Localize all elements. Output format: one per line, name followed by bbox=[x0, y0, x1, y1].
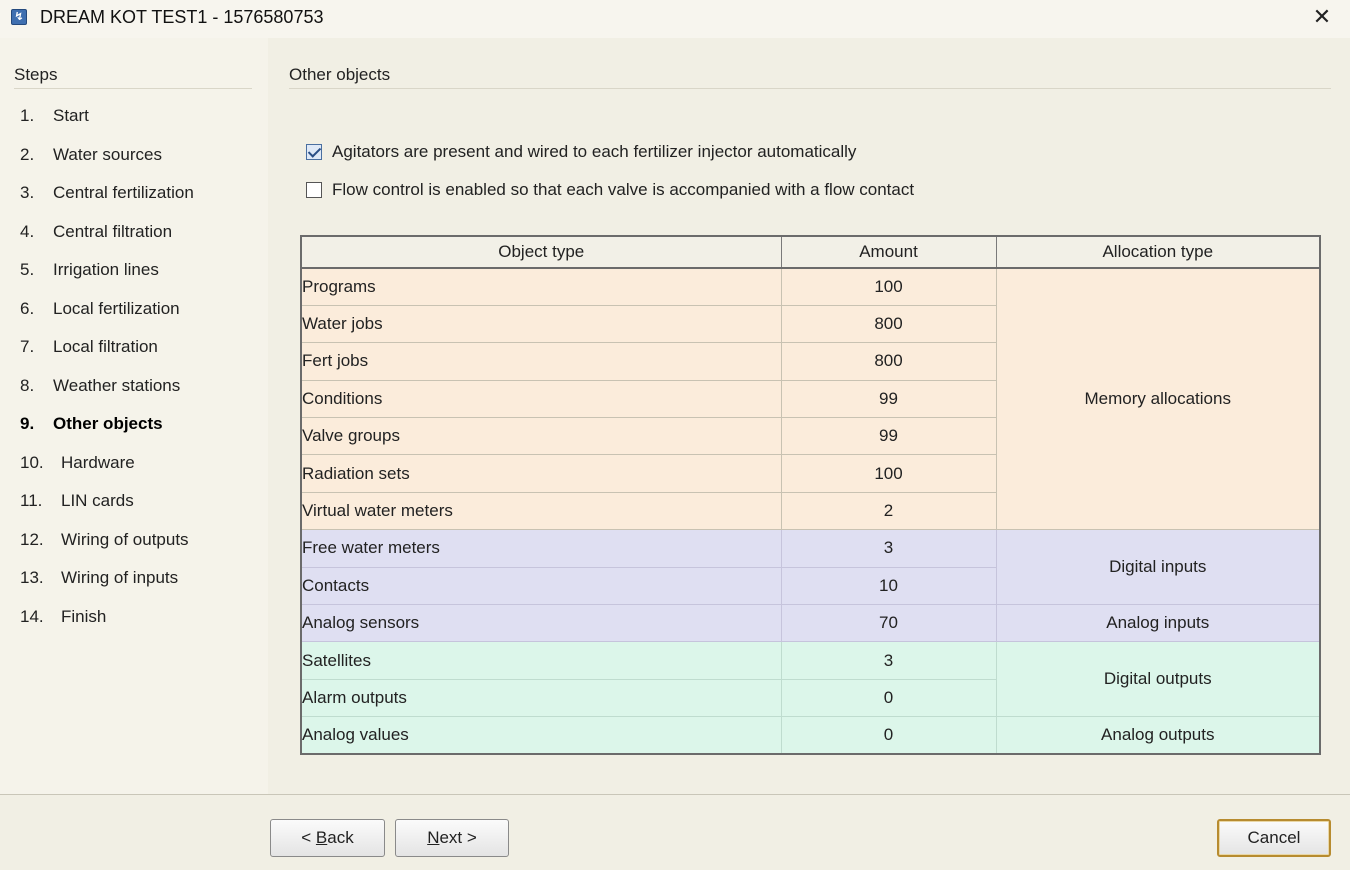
object-type-cell: Analog values bbox=[300, 716, 782, 755]
table-row[interactable]: Analog values 0 Analog outputs bbox=[300, 716, 1321, 755]
window-title: DREAM KOT TEST1 - 1576580753 bbox=[40, 7, 324, 27]
section-divider bbox=[289, 88, 1331, 89]
table-header-row: Object type Amount Allocation type bbox=[300, 235, 1321, 269]
allocation-digital-inputs: Digital inputs bbox=[995, 529, 1321, 606]
column-header-object-type[interactable]: Object type bbox=[300, 235, 782, 269]
steps-header: Steps bbox=[14, 65, 58, 84]
agitators-option[interactable]: Agitators are present and wired to each … bbox=[306, 142, 856, 162]
cancel-button[interactable]: Cancel bbox=[1217, 819, 1331, 857]
amount-cell[interactable]: 99 bbox=[780, 379, 997, 419]
allocation-digital-outputs: Digital outputs bbox=[995, 641, 1321, 718]
flow-control-label: Flow control is enabled so that each val… bbox=[332, 180, 915, 199]
object-type-cell: Water jobs bbox=[300, 304, 782, 344]
allocation-memory: Memory allocations bbox=[995, 267, 1321, 531]
step-item-start: 1. Start bbox=[20, 106, 89, 125]
footer: < Back Next > Cancel bbox=[0, 795, 1350, 870]
column-header-amount[interactable]: Amount bbox=[780, 235, 997, 269]
close-button[interactable]: ✕ bbox=[1306, 3, 1338, 31]
table-row[interactable]: Free water meters 3 Digital inputs bbox=[300, 529, 1321, 606]
step-item-wiring-of-inputs: 13. Wiring of inputs bbox=[20, 568, 179, 587]
agitators-checkbox[interactable] bbox=[306, 144, 322, 160]
allocation-analog-outputs: Analog outputs bbox=[995, 716, 1321, 755]
next-button[interactable]: Next > bbox=[395, 819, 509, 857]
object-type-cell: Programs bbox=[300, 267, 782, 306]
object-type-cell: Valve groups bbox=[300, 417, 782, 456]
table-row[interactable]: Analog sensors 70 Analog inputs bbox=[300, 604, 1321, 643]
object-type-cell: Free water meters bbox=[300, 529, 782, 568]
step-item-wiring-of-outputs: 12. Wiring of outputs bbox=[20, 529, 189, 549]
step-item-hardware: 10. Hardware bbox=[20, 452, 135, 472]
amount-cell[interactable]: 3 bbox=[780, 641, 997, 680]
allocation-analog-inputs: Analog inputs bbox=[995, 604, 1321, 643]
step-item-other-objects: 9. Other objects bbox=[20, 414, 163, 433]
table-row[interactable]: Satellites 3 Digital outputs bbox=[300, 641, 1321, 718]
steps-list: 1. Start 2. Water sources 3. Central fertil… bbox=[20, 106, 194, 645]
agitators-label: Agitators are present and wired to each … bbox=[332, 142, 857, 161]
title-bar: ↯ DREAM KOT TEST1 - 1576580753 ✕ bbox=[0, 0, 1350, 38]
object-type-cell: Conditions bbox=[300, 379, 782, 419]
step-item-local-fertilization: 6. Local fertilization bbox=[20, 298, 180, 318]
step-item-finish: 14. Finish bbox=[20, 606, 107, 626]
amount-cell[interactable]: 0 bbox=[780, 678, 997, 718]
step-item-central-filtration: 4. Central filtration bbox=[20, 221, 173, 241]
amount-cell[interactable]: 70 bbox=[780, 604, 997, 643]
amount-cell[interactable]: 3 bbox=[780, 529, 997, 568]
step-item-central-fertilization: 3. Central fertilization bbox=[20, 183, 194, 202]
flow-control-option[interactable]: Flow control is enabled so that each val… bbox=[306, 180, 914, 200]
steps-divider bbox=[14, 88, 252, 89]
step-item-lin-cards: 11. LIN cards bbox=[20, 491, 134, 510]
amount-cell[interactable]: 2 bbox=[780, 491, 997, 531]
object-type-cell: Analog sensors bbox=[300, 604, 782, 643]
step-item-water-sources: 2. Water sources bbox=[20, 144, 162, 164]
objects-table: Object type Amount Allocation type Progr… bbox=[300, 235, 1321, 756]
amount-cell[interactable]: 10 bbox=[780, 566, 997, 606]
step-item-weather-stations: 8. Weather stations bbox=[20, 375, 181, 395]
object-type-cell: Contacts bbox=[300, 566, 782, 606]
column-header-allocation-type[interactable]: Allocation type bbox=[995, 235, 1321, 269]
amount-cell[interactable]: 800 bbox=[780, 304, 997, 344]
steps-sidebar: Steps 1. Start 2. Water sources 3. Central … bbox=[0, 38, 268, 794]
section-title: Other objects bbox=[289, 65, 391, 84]
object-type-cell: Alarm outputs bbox=[300, 678, 782, 718]
amount-cell[interactable]: 800 bbox=[780, 342, 997, 381]
table-row[interactable]: Programs 100 Memory allocations bbox=[300, 267, 1321, 531]
app-icon: ↯ bbox=[11, 9, 27, 25]
amount-cell[interactable]: 0 bbox=[780, 716, 997, 755]
amount-cell[interactable]: 100 bbox=[780, 454, 997, 493]
main-panel: Other objects Agitators are present and … bbox=[268, 38, 1350, 794]
object-type-cell: Virtual water meters bbox=[300, 491, 782, 531]
back-button[interactable]: < Back bbox=[270, 819, 385, 857]
amount-cell[interactable]: 100 bbox=[780, 267, 997, 306]
amount-cell[interactable]: 99 bbox=[780, 417, 997, 456]
flow-control-checkbox[interactable] bbox=[306, 182, 322, 198]
step-item-irrigation-lines: 5. Irrigation lines bbox=[20, 260, 159, 279]
step-item-local-filtration: 7. Local filtration bbox=[20, 337, 158, 356]
object-type-cell: Satellites bbox=[300, 641, 782, 680]
object-type-cell: Fert jobs bbox=[300, 342, 782, 381]
object-type-cell: Radiation sets bbox=[300, 454, 782, 493]
